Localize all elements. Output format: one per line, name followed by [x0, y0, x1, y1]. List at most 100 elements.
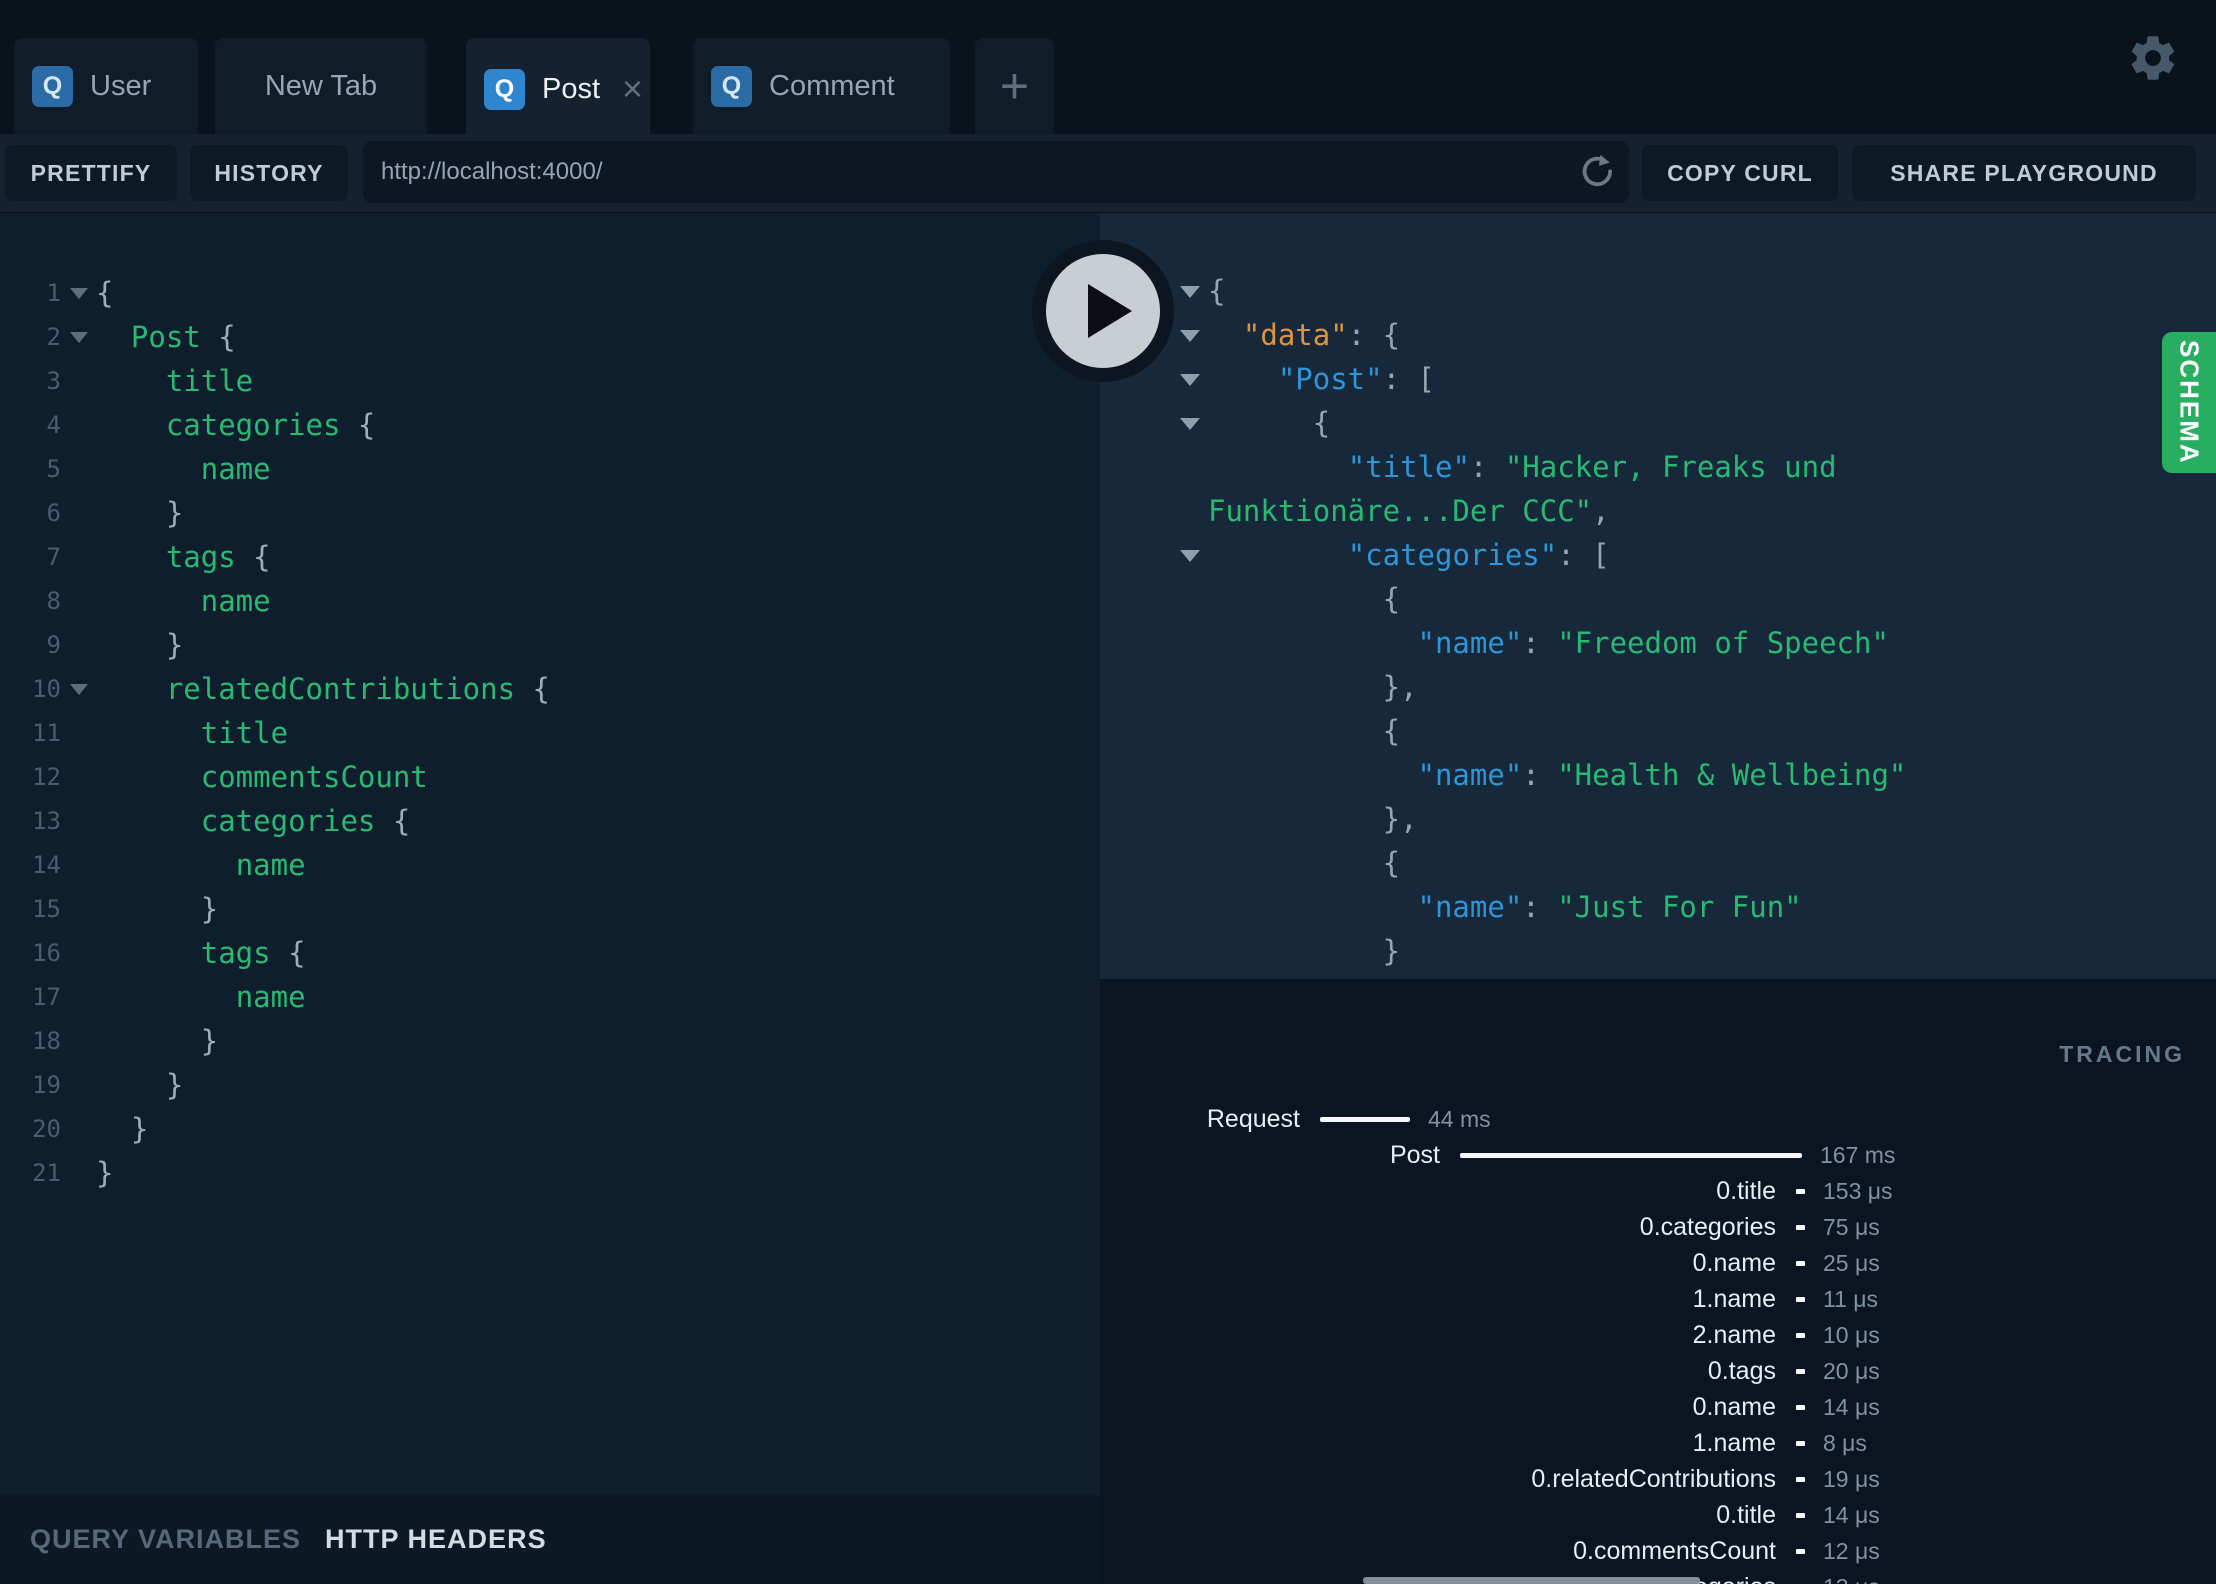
trace-time: 20 μs [1823, 1357, 1880, 1384]
trace-row: 1.name 8 μs [1100, 1425, 2216, 1461]
trace-label: 1.name [1692, 1284, 1776, 1313]
trace-duration-dash [1796, 1440, 1805, 1446]
response-line: "name": "Just For Fun" [1417, 890, 1802, 924]
tab-new-tab[interactable]: New Tab [215, 38, 427, 134]
trace-row: 0.title 14 μs [1100, 1497, 2216, 1533]
trace-time: 14 μs [1823, 1501, 1880, 1528]
collapse-caret-icon[interactable] [1180, 374, 1200, 386]
trace-duration-dash [1796, 1332, 1805, 1338]
trace-label: 0.name [1692, 1248, 1776, 1277]
line-number: 3 [46, 367, 61, 395]
fold-caret-icon[interactable] [70, 684, 88, 695]
collapse-caret-icon[interactable] [1180, 330, 1200, 342]
editor-line: 7 tags { [0, 535, 1100, 579]
trace-label: 0.commentsCount [1573, 1536, 1776, 1565]
editor-line: 13 categories { [0, 799, 1100, 843]
editor-bottom-bar: QUERY VARIABLES HTTP HEADERS [0, 1495, 1100, 1584]
editor-line: 10 relatedContributions { [0, 667, 1100, 711]
trace-row: 0.relatedContributions 19 μs [1100, 1461, 2216, 1497]
tab-http-headers[interactable]: HTTP HEADERS [325, 1524, 547, 1555]
endpoint-url-input[interactable] [363, 158, 1577, 186]
editor-line: 6 } [0, 491, 1100, 535]
share-playground-button[interactable]: SHARE PLAYGROUND [1852, 145, 2196, 201]
trace-label: Request [1206, 1104, 1300, 1133]
trace-time: 12 μs [1823, 1537, 1880, 1564]
editor-line: 8 name [0, 579, 1100, 623]
trace-time: 8 μs [1823, 1429, 1867, 1456]
trace-label: 0.relatedContributions [1531, 1464, 1776, 1493]
trace-time: 10 μs [1823, 1321, 1880, 1348]
editor-line: 19 } [0, 1063, 1100, 1107]
response-viewer: { "data": { "Post": [ { "title": "Hacker… [1100, 213, 2216, 979]
copy-curl-button[interactable]: COPY CURL [1642, 145, 1838, 201]
tab-query-variables[interactable]: QUERY VARIABLES [30, 1524, 301, 1555]
settings-button[interactable] [2126, 31, 2180, 85]
endpoint-url-bar [363, 141, 1629, 203]
editor-line: 2 Post { [0, 315, 1100, 359]
tab-comment[interactable]: Q Comment [693, 38, 950, 134]
line-number: 9 [46, 631, 61, 659]
line-number: 15 [32, 895, 61, 923]
editor-line: 3 title [0, 359, 1100, 403]
editor-line: 12 commentsCount [0, 755, 1100, 799]
response-line: { [1382, 582, 1401, 616]
response-line: { [1382, 846, 1401, 880]
tab-post[interactable]: Q Post × [466, 38, 650, 140]
schema-tab-button[interactable]: SCHEMA [2162, 332, 2216, 473]
line-number: 17 [32, 983, 61, 1011]
fold-caret-icon[interactable] [70, 332, 88, 343]
tab-label: Comment [769, 69, 895, 102]
history-button[interactable]: HISTORY [190, 145, 348, 201]
response-rows: { "data": { "Post": [ { "title": "Hacker… [1100, 213, 2216, 979]
trace-duration-dash [1796, 1188, 1805, 1194]
trace-label: 1.name [1692, 1428, 1776, 1457]
line-number: 1 [46, 279, 61, 307]
trace-duration-dash [1796, 1404, 1805, 1410]
trace-row: Post 167 ms [1100, 1137, 2216, 1173]
collapse-caret-icon[interactable] [1180, 286, 1200, 298]
trace-row: 0.name 25 μs [1100, 1245, 2216, 1281]
line-number: 12 [32, 763, 61, 791]
trace-time: 75 μs [1823, 1213, 1880, 1240]
new-tab-button[interactable]: + [975, 38, 1054, 134]
line-number: 21 [32, 1159, 61, 1187]
editor-line: 14 name [0, 843, 1100, 887]
trace-duration-dash [1796, 1512, 1805, 1518]
response-line: "title": "Hacker, Freaks und [1347, 450, 1837, 484]
response-line: }, [1382, 802, 1418, 836]
close-icon[interactable]: × [622, 71, 643, 107]
editor-line: 5 name [0, 447, 1100, 491]
plus-icon: + [999, 58, 1030, 114]
gear-icon [2131, 36, 2175, 80]
trace-row: 0.name 14 μs [1100, 1389, 2216, 1425]
line-number: 8 [46, 587, 61, 615]
editor-line: 16 tags { [0, 931, 1100, 975]
trace-label: 0.title [1716, 1176, 1776, 1205]
tab-label: User [90, 69, 152, 102]
editor-line: 18 } [0, 1019, 1100, 1063]
fold-caret-icon[interactable] [70, 288, 88, 299]
line-number: 6 [46, 499, 61, 527]
trace-duration-dash [1796, 1224, 1805, 1230]
play-icon [1088, 284, 1132, 338]
horizontal-scrollbar[interactable] [1363, 1577, 1700, 1584]
trace-row: Request 44 ms [1100, 1101, 2216, 1137]
tab-user[interactable]: Q User [14, 38, 198, 134]
collapse-caret-icon[interactable] [1180, 418, 1200, 430]
reload-schema-button[interactable] [1577, 152, 1617, 192]
trace-label: 0.categories [1639, 1212, 1776, 1241]
line-number: 7 [46, 543, 61, 571]
tracing-rows: Request 44 ms Post 167 ms 0.title 153 μs 0.cat… [1100, 1101, 2216, 1584]
trace-duration-dash [1796, 1368, 1805, 1374]
prettify-button[interactable]: PRETTIFY [5, 145, 177, 201]
trace-duration-bar [1320, 1116, 1410, 1122]
collapse-caret-icon[interactable] [1180, 550, 1200, 562]
query-editor[interactable]: 1{2 Post {3 title 4 categories {5 name 6 }… [0, 213, 1100, 1495]
line-number: 5 [46, 455, 61, 483]
trace-time: 25 μs [1823, 1249, 1880, 1276]
tab-label: Post [542, 72, 601, 105]
response-line: "Post": [ [1100, 357, 2216, 401]
execute-query-button[interactable] [1032, 240, 1174, 382]
trace-time: 153 μs [1823, 1177, 1893, 1204]
trace-label: 0.name [1692, 1392, 1776, 1421]
